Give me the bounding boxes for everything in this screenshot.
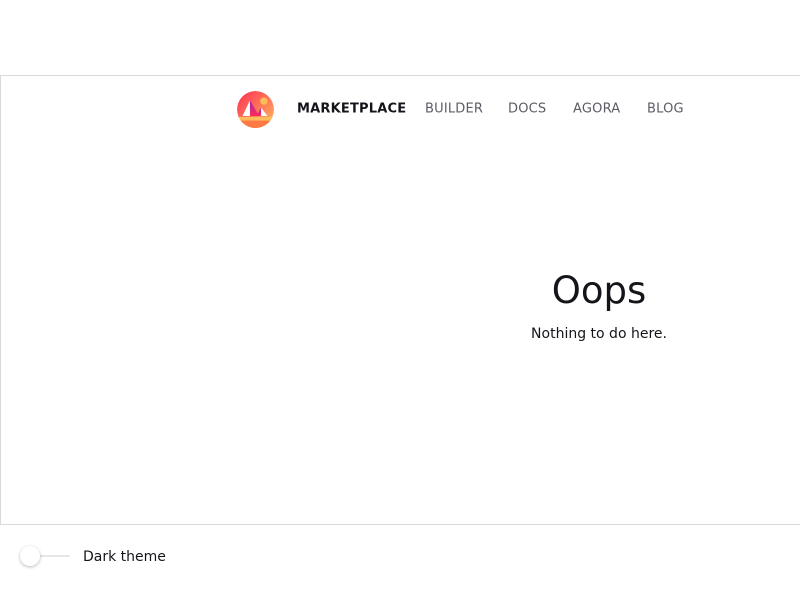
empty-state-message: Nothing to do here. — [531, 326, 667, 342]
footer: Dark theme — [0, 525, 800, 600]
nav-builder[interactable]: BUILDER — [425, 102, 483, 117]
dark-theme-label: Dark theme — [83, 549, 166, 565]
page-title: Oops — [551, 269, 647, 312]
nav-agora[interactable]: AGORA — [573, 102, 620, 117]
dark-theme-toggle[interactable] — [20, 546, 70, 566]
top-navbar — [237, 90, 274, 128]
decentraland-logo-icon[interactable] — [237, 90, 274, 128]
nav-docs[interactable]: DOCS — [508, 102, 546, 117]
nav-blog[interactable]: BLOG — [647, 102, 684, 117]
nav-marketplace[interactable]: MARKETPLACE — [297, 102, 406, 117]
empty-state: Oops Nothing to do here. — [399, 266, 799, 342]
page-frame: MARKETPLACE BUILDER DOCS AGORA BLOG Oops… — [0, 75, 800, 525]
toggle-knob[interactable] — [20, 546, 40, 566]
